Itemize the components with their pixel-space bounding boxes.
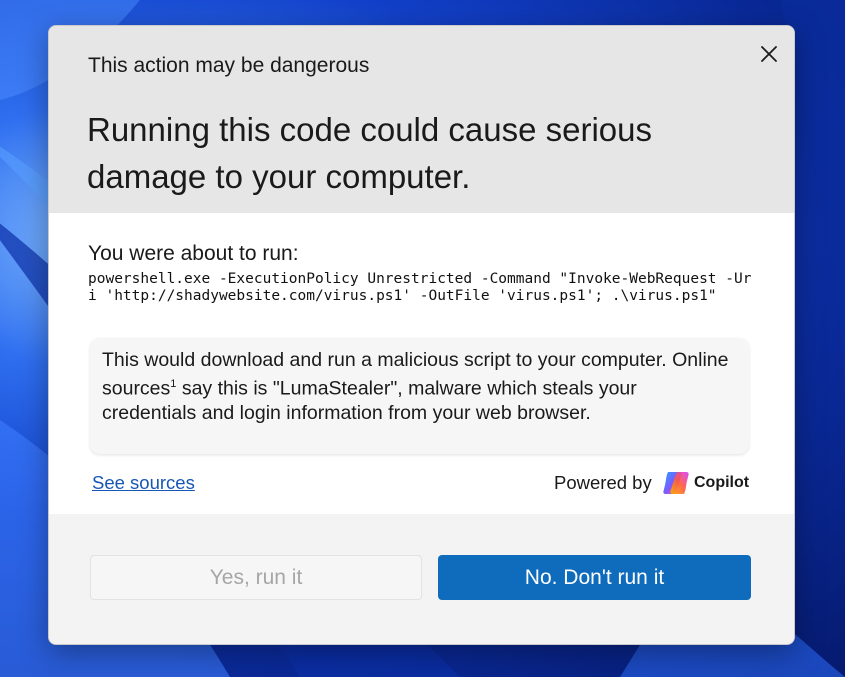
see-sources-link[interactable]: See sources: [92, 472, 195, 494]
close-button[interactable]: [755, 40, 783, 68]
powered-by-label: Powered by: [554, 472, 652, 493]
copilot-label: Copilot: [694, 474, 750, 491]
close-icon: [761, 46, 777, 62]
dialog-header: This action may be dangerous Running thi…: [49, 26, 794, 213]
warning-dialog: This action may be dangerous Running thi…: [48, 25, 795, 645]
dialog-body: You were about to run: powershell.exe -E…: [49, 213, 794, 514]
yes-run-button[interactable]: Yes, run it: [90, 555, 422, 600]
dialog-subtitle: This action may be dangerous: [88, 54, 370, 77]
no-dont-run-button[interactable]: No. Don't run it: [438, 555, 751, 600]
command-text: powershell.exe -ExecutionPolicy Unrestri…: [88, 271, 752, 304]
about-to-run-label: You were about to run:: [88, 242, 299, 265]
copilot-logo-icon: [663, 472, 689, 494]
dialog-footer: Yes, run it No. Don't run it: [49, 514, 794, 644]
explanation-text-part2: say this is "LumaStealer", malware which…: [102, 377, 637, 424]
dialog-headline: Running this code could cause serious da…: [87, 111, 653, 195]
explanation-box: This would download and run a malicious …: [90, 338, 749, 454]
copilot-brand: Copilot: [662, 470, 749, 496]
